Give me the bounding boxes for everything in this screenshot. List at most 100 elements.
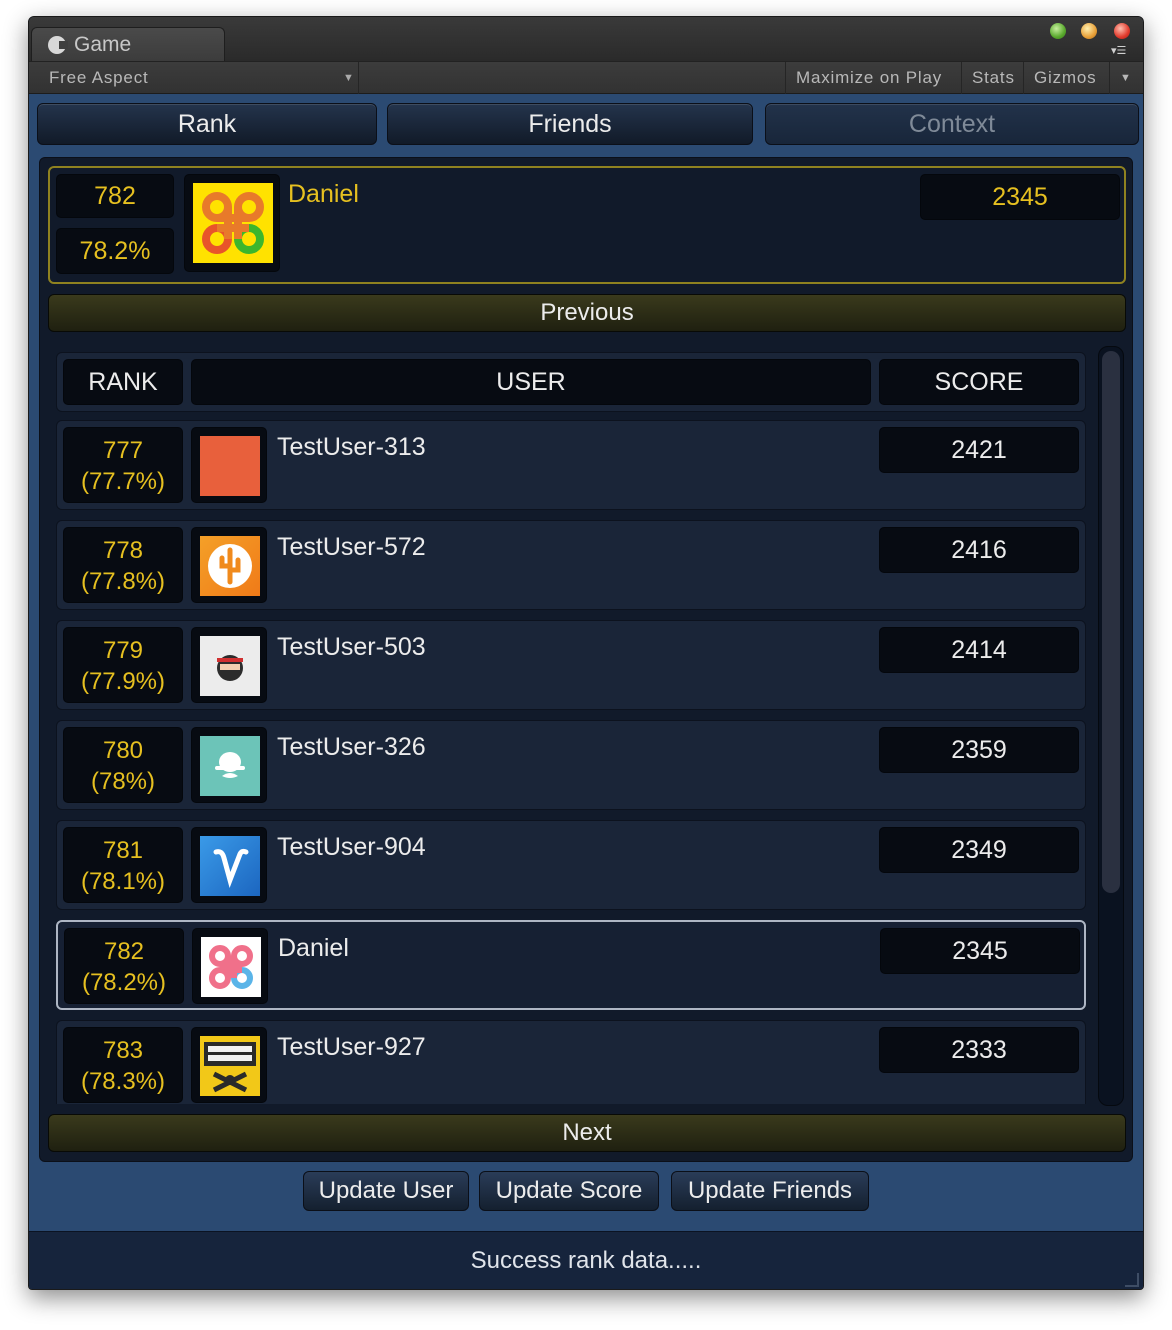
row-username: TestUser-503 xyxy=(277,633,426,661)
header-rank: RANK xyxy=(63,359,183,405)
game-tab[interactable]: Game xyxy=(31,27,225,61)
row-avatar-box xyxy=(191,827,267,903)
row-avatar-box xyxy=(191,727,267,803)
table-row-current-user[interactable]: 782 (78.2%) Daniel 2345 xyxy=(56,920,1086,1010)
table-row[interactable]: 783 (78.3%) TestUser-927 2333 xyxy=(56,1020,1086,1104)
row-rank: 783 (78.3%) xyxy=(63,1027,183,1103)
row-rank-number: 783 xyxy=(102,1037,144,1064)
aspect-label: Free Aspect xyxy=(49,68,149,87)
row-username: TestUser-326 xyxy=(277,733,426,761)
header-user: USER xyxy=(191,359,871,405)
row-rank-number: 781 xyxy=(102,837,144,864)
table-row[interactable]: 778 (77.8%) TestUser-572 2416 xyxy=(56,520,1086,610)
row-rank-number: 779 xyxy=(102,637,144,664)
tab-context[interactable]: Context xyxy=(765,103,1139,145)
row-avatar-box xyxy=(191,427,267,503)
mustache-hat-icon xyxy=(200,736,260,796)
leaderboard-panel: 782 78.2% Daniel 2345 Previous RANK USER… xyxy=(39,157,1133,1162)
gizmos-toggle[interactable]: Gizmos xyxy=(1023,62,1109,94)
tab-menu-icon[interactable]: ▾☰ xyxy=(1111,45,1133,57)
game-window: Game ▾☰ Free Aspect ▼ Maximize on Play S… xyxy=(28,16,1144,1290)
row-rank-percent: (78.2%) xyxy=(81,969,167,996)
update-score-button[interactable]: Update Score xyxy=(479,1171,659,1211)
row-score: 2333 xyxy=(879,1027,1079,1073)
row-score: 2349 xyxy=(879,827,1079,873)
row-score: 2359 xyxy=(879,727,1079,773)
table-row[interactable]: 779 (77.9%) TestUser-503 2414 xyxy=(56,620,1086,710)
resize-grip-icon[interactable] xyxy=(1125,1273,1139,1287)
status-bar: Success rank data..... xyxy=(29,1231,1143,1289)
scrollbar-thumb[interactable] xyxy=(1102,351,1120,893)
row-rank: 781 (78.1%) xyxy=(63,827,183,903)
row-username: TestUser-927 xyxy=(277,1033,426,1061)
title-bar: Game ▾☰ xyxy=(29,17,1143,61)
row-rank: 780 (78%) xyxy=(63,727,183,803)
aspect-dropdown[interactable]: Free Aspect xyxy=(29,62,359,94)
row-rank-number: 777 xyxy=(102,437,144,464)
next-button[interactable]: Next xyxy=(48,1114,1126,1152)
stats-label: Stats xyxy=(972,68,1015,87)
row-rank: 779 (77.9%) xyxy=(63,627,183,703)
update-friends-button[interactable]: Update Friends xyxy=(671,1171,869,1211)
row-rank-percent: (78.3%) xyxy=(80,1068,166,1095)
minimize-window-button[interactable] xyxy=(1081,23,1097,39)
row-score: 2416 xyxy=(879,527,1079,573)
row-username: Daniel xyxy=(278,934,349,962)
maximize-on-play-label: Maximize on Play xyxy=(796,68,943,87)
row-score: 2421 xyxy=(879,427,1079,473)
status-message: Success rank data..... xyxy=(470,1247,702,1274)
pirate-flag-icon xyxy=(200,1036,260,1096)
row-rank-number: 782 xyxy=(103,938,145,965)
game-tab-label: Game xyxy=(74,32,132,56)
row-rank-percent: (77.9%) xyxy=(80,668,166,695)
table-row[interactable]: 777 (77.7%) TestUser-313 2421 xyxy=(56,420,1086,510)
current-user-score: 2345 xyxy=(920,174,1120,220)
gizmos-label: Gizmos xyxy=(1034,68,1097,87)
table-row[interactable]: 781 (78.1%) TestUser-904 2349 xyxy=(56,820,1086,910)
row-rank-percent: (77.8%) xyxy=(80,568,166,595)
row-username: TestUser-904 xyxy=(277,833,426,861)
gizmos-dropdown-arrow-icon[interactable]: ▼ xyxy=(1109,62,1143,94)
row-rank-number: 778 xyxy=(102,537,144,564)
previous-button[interactable]: Previous xyxy=(48,294,1126,332)
row-username: TestUser-313 xyxy=(277,433,426,461)
row-rank-number: 780 xyxy=(102,737,144,764)
row-score: 2414 xyxy=(879,627,1079,673)
letter-v-icon xyxy=(200,836,260,896)
row-rank: 777 (77.7%) xyxy=(63,427,183,503)
maximize-window-button[interactable] xyxy=(1050,23,1066,39)
leaderboard-scrollbar[interactable] xyxy=(1098,346,1124,1106)
row-avatar-box xyxy=(191,627,267,703)
command-symbol-icon xyxy=(201,937,261,997)
table-header: RANK USER SCORE xyxy=(56,352,1086,412)
current-user-rank: 782 xyxy=(56,174,174,218)
game-toolbar: Free Aspect ▼ Maximize on Play Stats Giz… xyxy=(29,61,1143,94)
update-user-button[interactable]: Update User xyxy=(303,1171,469,1211)
current-user-avatar-box xyxy=(184,174,280,272)
close-window-button[interactable] xyxy=(1114,23,1130,39)
orange-square-icon xyxy=(200,436,260,496)
game-tab-icon xyxy=(48,35,68,54)
table-row[interactable]: 780 (78%) TestUser-326 2359 xyxy=(56,720,1086,810)
row-rank-percent: (78%) xyxy=(90,768,156,795)
current-user-name: Daniel xyxy=(288,180,359,208)
tab-friends[interactable]: Friends xyxy=(387,103,753,145)
row-rank-percent: (78.1%) xyxy=(80,868,166,895)
row-rank: 778 (77.8%) xyxy=(63,527,183,603)
row-score: 2345 xyxy=(880,928,1080,974)
command-symbol-icon xyxy=(193,183,273,263)
stats-toggle[interactable]: Stats xyxy=(961,62,1023,94)
row-avatar-box xyxy=(191,1027,267,1103)
game-view: Rank Friends Context 782 78.2% Daniel 23… xyxy=(29,95,1143,1289)
current-user-card: 782 78.2% Daniel 2345 xyxy=(48,166,1126,284)
cactus-badge-icon xyxy=(200,536,260,596)
aspect-dropdown-arrow-icon: ▼ xyxy=(343,72,355,84)
row-rank-percent: (77.7%) xyxy=(80,468,166,495)
current-user-percent: 78.2% xyxy=(56,228,174,274)
header-score: SCORE xyxy=(879,359,1079,405)
row-rank: 782 (78.2%) xyxy=(64,928,184,1004)
row-avatar-box xyxy=(192,928,268,1004)
tab-rank[interactable]: Rank xyxy=(37,103,377,145)
maximize-on-play-toggle[interactable]: Maximize on Play xyxy=(785,62,961,94)
row-username: TestUser-572 xyxy=(277,533,426,561)
